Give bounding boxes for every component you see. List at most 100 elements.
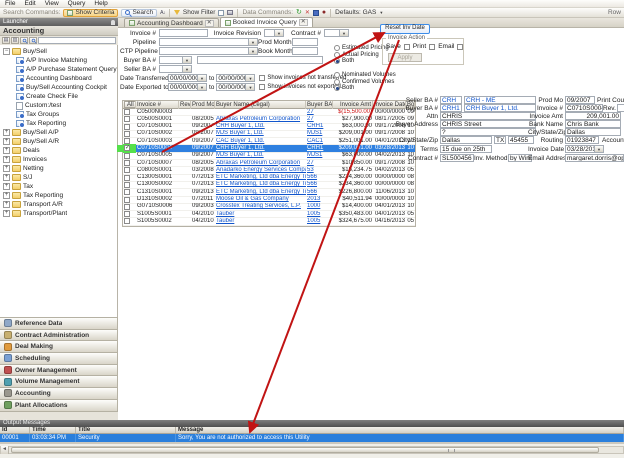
book-month-input[interactable] xyxy=(292,47,318,55)
horizontal-scrollbar[interactable]: ◄ xyxy=(0,446,624,454)
search-button[interactable]: Search xyxy=(121,9,157,17)
buyer-name-link[interactable]: Tauber xyxy=(216,211,234,217)
seller-ba-detail-value[interactable]: CRH xyxy=(440,96,462,104)
buyer-ba-input[interactable] xyxy=(159,56,183,64)
radio-icon[interactable] xyxy=(334,58,340,64)
row-checkbox[interactable] xyxy=(124,175,130,181)
bank-city-input[interactable]: Dallas xyxy=(565,128,621,136)
radio-icon[interactable] xyxy=(334,72,340,78)
tree-folder-s-j[interactable]: +S/J xyxy=(0,173,117,182)
radio-pricing-estimated-pricing[interactable]: Estimated Pricing xyxy=(334,45,389,52)
buyer-ba-link[interactable]: 53 xyxy=(307,167,314,173)
chevron-down-icon[interactable]: ▼ xyxy=(275,29,284,37)
seller-ba-input[interactable] xyxy=(159,65,183,73)
invoice-amt-input[interactable]: 209,001.00 xyxy=(565,112,621,120)
expand-expander-icon[interactable]: + xyxy=(3,192,10,199)
expand-expander-icon[interactable]: + xyxy=(3,147,10,154)
buyer-name-link[interactable]: Moose Oil & Gas Company xyxy=(216,196,289,202)
row-checkbox[interactable] xyxy=(124,167,130,173)
tree-folder-transport-a-r[interactable]: +Transport A/R xyxy=(0,200,117,209)
show-not-transferred-checkbox[interactable] xyxy=(259,75,265,81)
menu-item-query[interactable]: Query xyxy=(68,0,86,7)
tree-folder-buy-sell-a-r[interactable]: +Buy/Sell A/R xyxy=(0,137,117,146)
buyer-name-link[interactable]: Tauber xyxy=(216,218,234,224)
chevron-down-icon[interactable]: ▼ xyxy=(246,74,255,82)
bank-name-input[interactable]: Chris Bank xyxy=(565,120,621,128)
radio-volume-both[interactable]: Both xyxy=(334,85,396,92)
grid-header-prod-mo[interactable]: Prod Mo xyxy=(191,101,215,109)
invoice-number-input[interactable] xyxy=(159,29,208,37)
tree-root-buy-sell[interactable]: −Buy/Sell xyxy=(0,47,117,56)
printer-icon[interactable] xyxy=(227,10,233,15)
prod-month-input[interactable] xyxy=(292,38,318,46)
expand-expander-icon[interactable]: + xyxy=(3,165,10,172)
sort-az-icon[interactable]: A↓ xyxy=(160,10,165,16)
tree-item-buy-sell-accounting-cockpit[interactable]: Buy/Sell Accounting Cockpit xyxy=(0,83,117,92)
expand-expander-icon[interactable]: + xyxy=(3,183,10,190)
row-checkbox[interactable] xyxy=(124,189,130,195)
filter-funnel-icon[interactable] xyxy=(174,10,180,15)
menu-item-edit[interactable]: Edit xyxy=(24,0,35,7)
buyer-address2-input[interactable]: ? xyxy=(440,128,536,136)
print-checkbox[interactable] xyxy=(429,44,435,50)
select-all-button[interactable]: All xyxy=(124,101,136,108)
row-checkbox[interactable] xyxy=(124,116,130,122)
output-header-id[interactable]: Id xyxy=(0,427,30,433)
buyer-ba-link[interactable]: 566 xyxy=(307,181,317,187)
row-checkbox[interactable] xyxy=(124,124,130,130)
tab-booked-invoice-query[interactable]: Booked Invoice Query✕ xyxy=(220,17,313,27)
chevron-down-icon[interactable]: ▼ xyxy=(249,47,258,55)
expand-expander-icon[interactable]: + xyxy=(3,174,10,181)
tree-item-tax-groups[interactable]: Tax Groups xyxy=(0,110,117,119)
seller-name-detail-value[interactable]: CRH - ME xyxy=(464,96,536,104)
table-row[interactable]: S1005S000204/2010Tauber1005$324,675.0004… xyxy=(123,218,415,225)
grid-header-buyer-ba[interactable]: Buyer BA # xyxy=(306,101,333,109)
buyer-name-link[interactable]: ETC Marketing, Ltd dba Energy Transfer xyxy=(216,181,306,187)
contract-detail-input[interactable]: SL500456 xyxy=(440,154,474,162)
grid-header-buyer-name-legal[interactable]: Buyer Name (Legal) xyxy=(215,101,306,109)
collapse-expander-icon[interactable]: − xyxy=(3,48,10,55)
chevron-down-icon[interactable]: ▼ xyxy=(340,29,349,37)
routing-input[interactable]: 01923847 xyxy=(565,136,599,144)
defaults-dropdown[interactable]: Defaults: GAS xyxy=(335,9,376,16)
buyer-ba-link[interactable]: CRH1 xyxy=(307,123,323,129)
show-criteria-button[interactable]: Show Criteria xyxy=(63,9,118,17)
tree-folder-tax[interactable]: +Tax xyxy=(0,182,117,191)
invoice-revision-input[interactable] xyxy=(264,29,275,37)
tree-folder-transport-plant[interactable]: +Transport/Plant xyxy=(0,209,117,218)
date-exported-to-input[interactable]: 00/00/0000 xyxy=(216,83,246,91)
buyer-name-link[interactable]: Abraxas Petroleum Corporation xyxy=(216,160,300,166)
row-checkbox[interactable] xyxy=(124,153,130,159)
chevron-down-icon[interactable]: ▼ xyxy=(183,56,192,64)
date-transferred-to-input[interactable]: 00/00/0000 xyxy=(216,74,246,82)
menu-item-help[interactable]: Help xyxy=(94,0,107,7)
grid-header-all[interactable]: All xyxy=(123,101,136,109)
buyer-name-link[interactable]: ETC Marketing, Ltd dba Energy Transfer xyxy=(216,189,306,195)
row-checkbox[interactable] xyxy=(124,197,130,203)
tree-item-create-check-file[interactable]: Create Check File xyxy=(0,92,117,101)
stop-icon[interactable]: ● xyxy=(322,10,326,16)
launcher-search-input[interactable] xyxy=(38,37,116,44)
tree-folder-buy-sell-a-p[interactable]: +Buy/Sell A/P xyxy=(0,128,117,137)
ctp-pipeline-input[interactable] xyxy=(159,47,249,55)
buyer-name-link[interactable]: MJS Buyer 1, Ltd. xyxy=(216,152,264,158)
tree-item-tax-reporting[interactable]: Tax Reporting xyxy=(0,119,117,128)
grid-header-invoice-amt[interactable]: Invoice Amt xyxy=(333,101,373,109)
prod-mo-detail-input[interactable]: 09/2007 xyxy=(565,96,595,104)
buyer-ba-link[interactable]: 1005 xyxy=(307,218,320,224)
expand-expander-icon[interactable]: + xyxy=(3,156,10,163)
grid-header-invoice[interactable]: Invoice # xyxy=(136,101,179,109)
tree-folder-invoices[interactable]: +Invoices xyxy=(0,155,117,164)
chevron-down-icon[interactable]: ▼ xyxy=(183,65,192,73)
tree-item-a-p-purchase-statement-query[interactable]: A/P Purchase Statement Query xyxy=(0,65,117,74)
buyer-name-link[interactable]: MJS Buyer 1, Ltd. xyxy=(216,130,264,136)
output-header-message[interactable]: Message xyxy=(176,427,624,433)
expand-expander-icon[interactable]: + xyxy=(3,129,10,136)
launcher-search-button[interactable] xyxy=(20,37,28,44)
expand-expander-icon[interactable]: + xyxy=(3,201,10,208)
grid-header-rev[interactable]: Rev. xyxy=(179,101,191,109)
launcher-filter-button[interactable] xyxy=(29,37,37,44)
invoice-detail-input[interactable]: C0710S0004 xyxy=(565,104,603,112)
chevron-down-icon[interactable]: ▼ xyxy=(249,38,258,46)
row-checkbox[interactable] xyxy=(124,211,130,217)
